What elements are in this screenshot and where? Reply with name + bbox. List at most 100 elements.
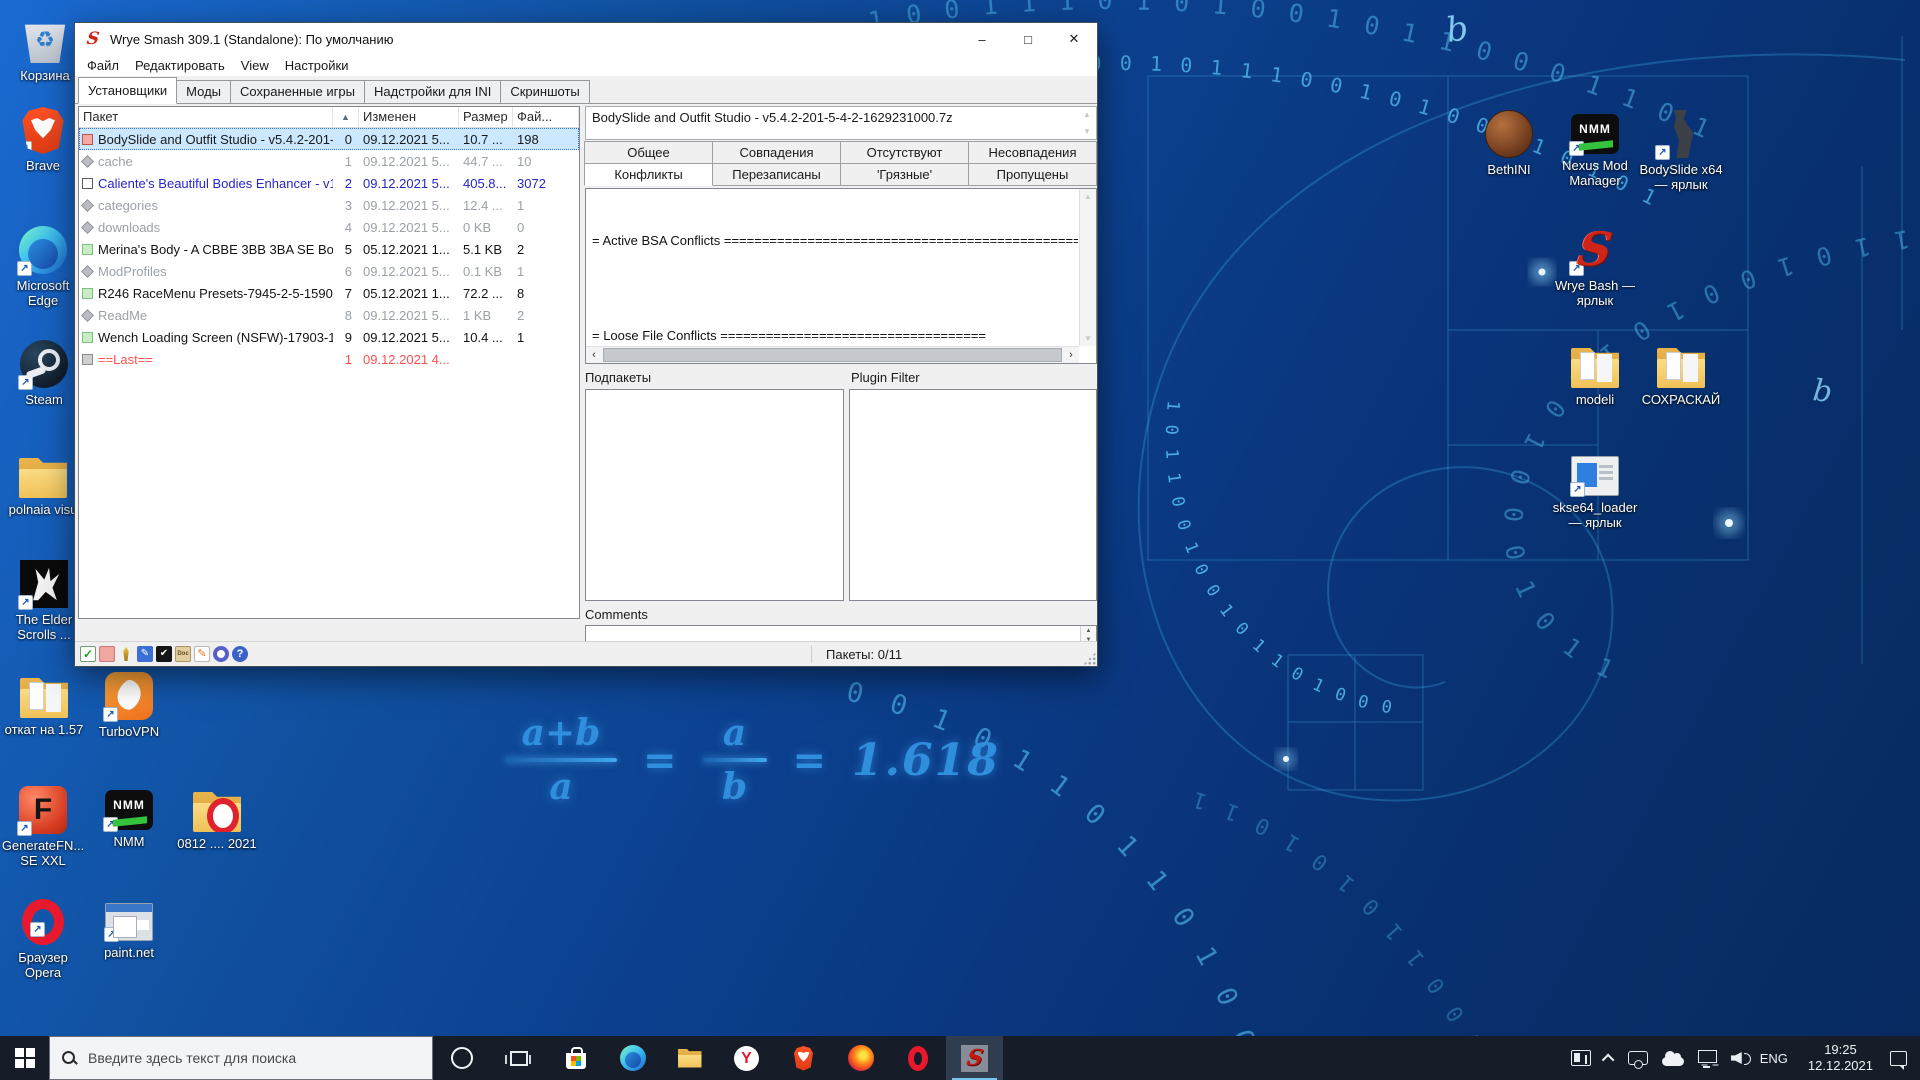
- scroll-right-icon[interactable]: ›: [1063, 347, 1079, 363]
- start-button[interactable]: [0, 1036, 49, 1080]
- desktop-icon-generatefnis[interactable]: ↗ GenerateFN... SE XXL: [0, 786, 86, 868]
- network-button[interactable]: [1691, 1036, 1724, 1080]
- blue-ring-icon[interactable]: [213, 646, 229, 662]
- tab-matched[interactable]: Совпадения: [712, 141, 841, 164]
- pink-square-icon[interactable]: [99, 646, 115, 662]
- desktop-icon-sohraskay[interactable]: СОХРАСКАЙ: [1638, 342, 1724, 407]
- desktop-icon-nmm[interactable]: ↗ NMM: [86, 786, 172, 849]
- note-edit-icon[interactable]: [194, 646, 210, 662]
- installer-row[interactable]: downloads 4 09.12.2021 5... 0 KB 0: [79, 216, 579, 238]
- scroll-left-icon[interactable]: ‹: [586, 347, 602, 363]
- tab-dirty[interactable]: 'Грязные': [840, 163, 969, 186]
- maximize-button[interactable]: □: [1005, 23, 1051, 55]
- desktop-icon-bodyslide[interactable]: ↗ BodySlide x64 — ярлык: [1638, 110, 1724, 192]
- installer-row[interactable]: ==Last== 1 09.12.2021 4...: [79, 348, 579, 370]
- tab-ini-edits[interactable]: Надстройки для INI: [364, 80, 501, 103]
- firefox-button[interactable]: [832, 1036, 889, 1080]
- cortana-button[interactable]: [433, 1036, 490, 1080]
- volume-button[interactable]: [1724, 1036, 1750, 1080]
- desktop-icon-0812-2021[interactable]: 0812 .... 2021: [174, 786, 260, 851]
- details-tab-bar: Общее Совпадения Отсутствуют Несовпадени…: [585, 142, 1097, 186]
- desktop-icon-otkat[interactable]: откат на 1.57: [1, 672, 87, 737]
- installer-row[interactable]: Wench Loading Screen (NSFW)-17903-1-... …: [79, 326, 579, 348]
- package-name-box[interactable]: BodySlide and Outfit Studio - v5.4.2-201…: [585, 106, 1097, 140]
- menu-view[interactable]: View: [233, 56, 277, 75]
- scrollbar-thumb[interactable]: [603, 348, 1062, 362]
- package-box-scrollbar[interactable]: ▲▼: [1079, 108, 1095, 138]
- column-header-modified[interactable]: Изменен: [359, 107, 459, 127]
- brave-button[interactable]: [775, 1036, 832, 1080]
- desktop-icon-modeli[interactable]: modeli: [1552, 342, 1638, 407]
- widgets-button[interactable]: [1564, 1036, 1598, 1080]
- edge-button[interactable]: [604, 1036, 661, 1080]
- title-bar[interactable]: S Wrye Smash 309.1 (Standalone): По умол…: [75, 23, 1097, 55]
- conflicts-text-box[interactable]: = Active BSA Conflicts =================…: [585, 188, 1097, 364]
- onedrive-button[interactable]: [1655, 1036, 1691, 1080]
- desktop-icon-nexus-mod-manager[interactable]: ↗ Nexus Mod Manager: [1552, 110, 1638, 188]
- installer-row[interactable]: BodySlide and Outfit Studio - v5.4.2-201…: [79, 128, 579, 150]
- sort-indicator-icon[interactable]: ▲: [333, 107, 359, 127]
- desktop-icon-turbovpn[interactable]: ↗ TurboVPN: [86, 672, 172, 739]
- menu-file[interactable]: Файл: [79, 56, 127, 75]
- column-header-package[interactable]: Пакет: [79, 107, 333, 127]
- installer-row[interactable]: Merina's Body - A CBBE 3BB 3BA SE Bod...…: [79, 238, 579, 260]
- tab-saves[interactable]: Сохраненные игры: [230, 80, 365, 103]
- tab-missing[interactable]: Отсутствуют: [840, 141, 969, 164]
- column-header-files[interactable]: Фай...: [513, 107, 579, 127]
- tab-mods[interactable]: Моды: [176, 80, 231, 103]
- menu-settings[interactable]: Настройки: [277, 56, 357, 75]
- tab-screenshots[interactable]: Скриншоты: [500, 80, 589, 103]
- camera-screen-icon: [1628, 1051, 1648, 1065]
- desktop-icon-wrye-bash[interactable]: ↗ Wrye Bash — ярлык: [1552, 226, 1638, 308]
- horizontal-scrollbar[interactable]: ‹ ›: [586, 346, 1079, 363]
- language-indicator[interactable]: ENG: [1750, 1051, 1798, 1066]
- file-explorer-button[interactable]: [661, 1036, 718, 1080]
- installer-row[interactable]: ReadMe 8 09.12.2021 5... 1 KB 2: [79, 304, 579, 326]
- equals-sign: =: [643, 737, 677, 784]
- plugin-filter-list[interactable]: [849, 389, 1097, 601]
- statue-icon[interactable]: [118, 646, 134, 662]
- blue-edit-icon[interactable]: [137, 646, 153, 662]
- resize-grip-icon[interactable]: [1083, 652, 1096, 665]
- tab-skipped[interactable]: Пропущены: [968, 163, 1097, 186]
- installer-row[interactable]: ModProfiles 6 09.12.2021 5... 0.1 KB 1: [79, 260, 579, 282]
- taskbar-search[interactable]: [49, 1036, 433, 1080]
- installer-row[interactable]: cache 1 09.12.2021 5... 44.7 ... 10: [79, 150, 579, 172]
- close-button[interactable]: ✕: [1051, 23, 1097, 55]
- search-input[interactable]: [88, 1050, 422, 1066]
- wrye-bash-button-active[interactable]: S: [946, 1036, 1003, 1080]
- vertical-scrollbar[interactable]: ▲▼: [1079, 189, 1096, 346]
- installer-row[interactable]: R246 RaceMenu Presets-7945-2-5-15902... …: [79, 282, 579, 304]
- tab-installers[interactable]: Установщики: [78, 77, 177, 104]
- store-button[interactable]: [547, 1036, 604, 1080]
- desktop-icon-bethini[interactable]: BethINI: [1466, 110, 1552, 177]
- green-check-icon[interactable]: [80, 646, 96, 662]
- minimize-button[interactable]: –: [959, 23, 1005, 55]
- opera-button[interactable]: [889, 1036, 946, 1080]
- doc-icon[interactable]: [175, 646, 191, 662]
- task-view-button[interactable]: [490, 1036, 547, 1080]
- desktop-icon-skse64-loader[interactable]: ↗ skse64_loader — ярлык: [1552, 452, 1638, 530]
- action-center-button[interactable]: [1883, 1036, 1914, 1080]
- fraction-1: a+b a: [505, 712, 617, 808]
- subpackages-list[interactable]: [585, 389, 844, 601]
- installer-row[interactable]: Caliente's Beautiful Bodies Enhancer - v…: [79, 172, 579, 194]
- opera-icon: ↗: [22, 899, 64, 945]
- installer-row[interactable]: categories 3 09.12.2021 5... 12.4 ... 1: [79, 194, 579, 216]
- help-icon[interactable]: [232, 646, 248, 662]
- menu-edit[interactable]: Редактировать: [127, 56, 233, 75]
- subpackages-label: Подпакеты: [585, 370, 651, 385]
- golden-ratio-value: 1.618: [852, 735, 1000, 786]
- meet-now-button[interactable]: [1621, 1036, 1655, 1080]
- clock[interactable]: 19:25 12.12.2021: [1798, 1042, 1883, 1074]
- desktop-icon-paintnet[interactable]: ↗ paint.net: [86, 898, 172, 960]
- yandex-browser-button[interactable]: Y: [718, 1036, 775, 1080]
- tray-overflow-button[interactable]: [1598, 1036, 1621, 1080]
- desktop-icon-opera[interactable]: ↗ Браузер Opera: [0, 898, 86, 980]
- column-header-size[interactable]: Размер: [459, 107, 513, 127]
- tab-general[interactable]: Общее: [584, 141, 713, 164]
- black-check-icon[interactable]: [156, 646, 172, 662]
- tab-conflicts[interactable]: Конфликты: [584, 163, 713, 186]
- tab-overwritten[interactable]: Перезаписаны: [712, 163, 841, 186]
- tab-mismatched[interactable]: Несовпадения: [968, 141, 1097, 164]
